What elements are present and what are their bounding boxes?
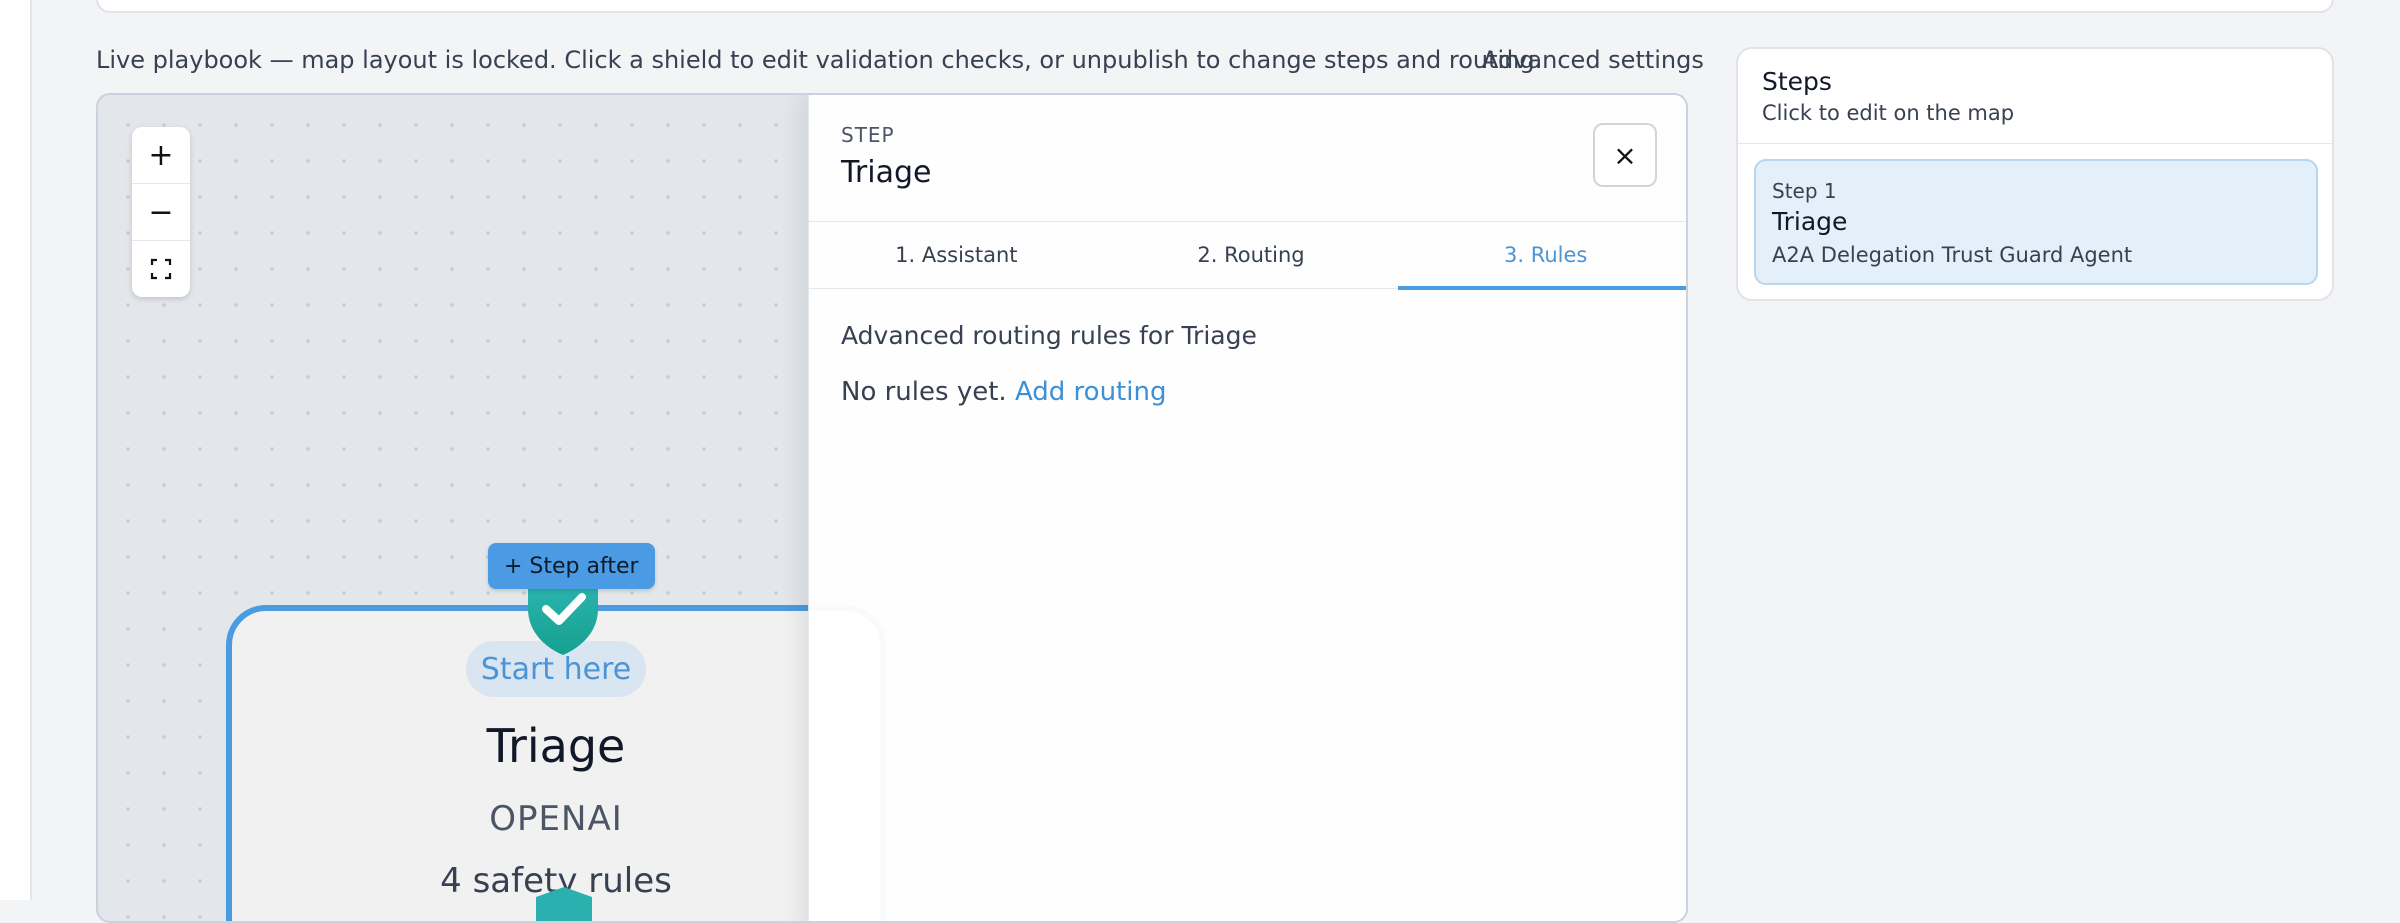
- add-step-after-button[interactable]: + Step after: [488, 543, 655, 589]
- steps-title: Steps: [1762, 67, 1832, 96]
- zoom-in-button[interactable]: +: [132, 127, 190, 184]
- top-card: [96, 0, 2334, 13]
- rules-heading: Advanced routing rules for Triage: [841, 321, 1257, 350]
- add-routing-link[interactable]: Add routing: [1015, 377, 1167, 407]
- app-left-rail: [0, 0, 32, 900]
- step-number: Step 1: [1772, 179, 1837, 203]
- step-drawer: STEP Triage × 1. Assistant 2. Routing 3.…: [808, 95, 1686, 921]
- node-provider: OPENAI: [489, 799, 623, 839]
- tab-rules[interactable]: 3. Rules: [1398, 222, 1686, 290]
- fit-view-icon: [150, 258, 172, 280]
- zoom-controls: + −: [132, 127, 190, 297]
- step-name: Triage: [1772, 207, 1848, 236]
- tab-assistant[interactable]: 1. Assistant: [809, 222, 1104, 288]
- node-title: Triage: [486, 719, 626, 773]
- rules-empty-state: No rules yet. Add routing: [841, 377, 1166, 407]
- close-button[interactable]: ×: [1593, 123, 1657, 187]
- locked-message: Live playbook — map layout is locked. Cl…: [96, 46, 1543, 74]
- step-agent: A2A Delegation Trust Guard Agent: [1772, 243, 2133, 267]
- shield-icon-bottom[interactable]: [532, 885, 596, 923]
- playbook-map[interactable]: + − Start here Triage OPENAI 4 safety ru…: [96, 93, 1688, 923]
- divider: [1738, 143, 2332, 144]
- steps-panel: Steps Click to edit on the map Step 1 Tr…: [1736, 47, 2334, 301]
- fit-view-button[interactable]: [132, 241, 190, 297]
- steps-subtitle: Click to edit on the map: [1762, 101, 2015, 125]
- advanced-settings-link[interactable]: Advanced settings: [1482, 46, 1704, 74]
- drawer-kicker: STEP: [841, 123, 895, 147]
- step-list-item[interactable]: Step 1 Triage A2A Delegation Trust Guard…: [1754, 159, 2318, 285]
- close-icon: ×: [1613, 138, 1637, 172]
- drawer-tabs: 1. Assistant 2. Routing 3. Rules: [809, 221, 1686, 290]
- tab-routing[interactable]: 2. Routing: [1104, 222, 1399, 288]
- zoom-out-button[interactable]: −: [132, 184, 190, 241]
- empty-text: No rules yet.: [841, 377, 1007, 407]
- drawer-title: Triage: [841, 155, 932, 190]
